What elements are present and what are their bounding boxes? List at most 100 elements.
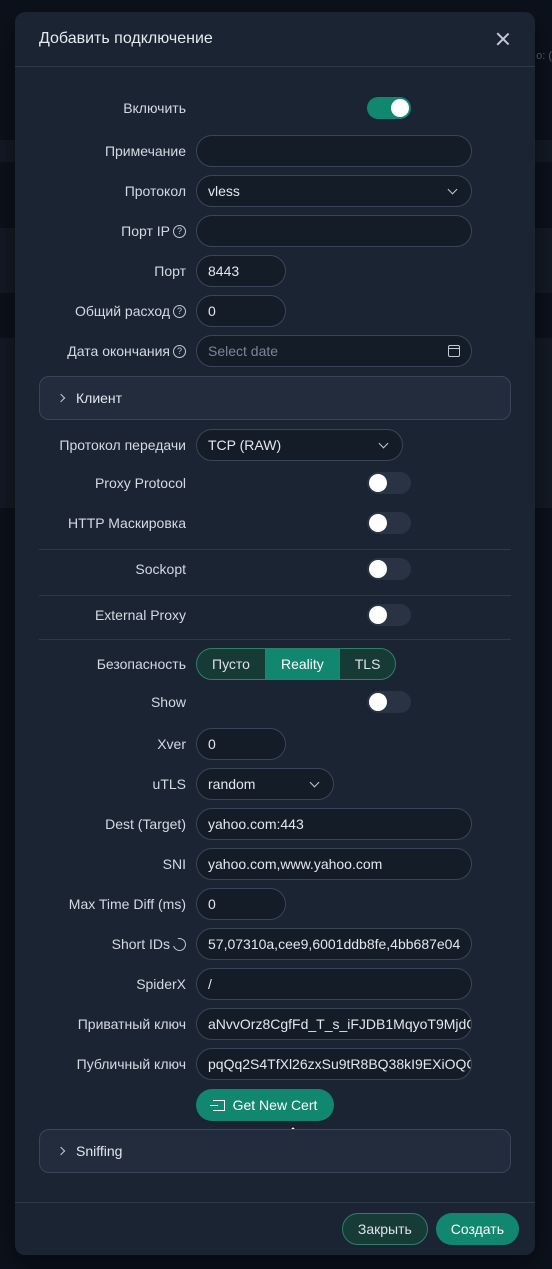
client-panel-header[interactable]: Клиент [39, 376, 511, 420]
question-icon[interactable]: ? [173, 344, 186, 358]
sni-input[interactable]: yahoo.com,www.yahoo.com [196, 848, 472, 880]
utls-label: uTLS [152, 776, 186, 792]
port-ip-input[interactable] [196, 215, 472, 247]
add-inbound-modal: Добавить подключение Включить Примечание… [15, 12, 535, 1255]
total-traffic-input[interactable]: 0 [196, 295, 286, 327]
http-mask-toggle[interactable] [367, 512, 411, 534]
question-icon[interactable]: ? [173, 304, 186, 318]
port-row: Порт 8443 [15, 255, 535, 287]
network-row: Протокол передачи TCP (RAW) [15, 429, 535, 461]
divider [39, 595, 511, 596]
toggle-knob [369, 514, 387, 532]
protocol-value: vless [208, 183, 240, 199]
enable-row: Включить [15, 97, 535, 119]
private-key-row: Приватный ключ aNvvOrz8CgfFd_T_s_iFJDB1M… [15, 1008, 535, 1040]
protocol-label: Протокол [124, 183, 186, 199]
remark-label: Примечание [104, 143, 186, 159]
network-value: TCP (RAW) [208, 437, 282, 453]
short-ids-input[interactable]: 57,07310a,cee9,6001ddb8fe,4bb687e04 [196, 928, 472, 960]
port-ip-label-text: Порт IP [121, 223, 170, 239]
external-proxy-toggle[interactable] [367, 604, 411, 626]
enable-label: Включить [123, 100, 186, 116]
remark-row: Примечание [15, 135, 535, 167]
expiry-label-text: Дата окончания [67, 343, 170, 359]
chevron-right-icon [56, 393, 66, 403]
protocol-row: Протокол vless [15, 175, 535, 207]
chevron-right-icon [56, 1146, 66, 1156]
security-option-tls[interactable]: TLS [340, 649, 396, 679]
spiderx-input[interactable]: / [196, 968, 472, 1000]
spiderx-row: SpiderX / [15, 968, 535, 1000]
max-time-diff-input[interactable]: 0 [196, 888, 286, 920]
utls-value: random [208, 776, 256, 792]
short-ids-label: Short IDs [15, 935, 189, 953]
sniffing-panel-header[interactable]: Sniffing [39, 1129, 511, 1173]
show-toggle[interactable] [367, 691, 411, 713]
show-row: Show [15, 691, 535, 713]
sniffing-panel-label: Sniffing [76, 1143, 123, 1159]
background-peek-text: o: ( [536, 50, 552, 62]
total-traffic-label-text: Общий расход [74, 303, 170, 319]
max-time-diff-row: Max Time Diff (ms) 0 [15, 888, 535, 920]
sockopt-toggle[interactable] [367, 558, 411, 580]
close-button[interactable]: Закрыть [341, 1213, 428, 1245]
close-icon[interactable] [493, 29, 513, 49]
proxy-protocol-label: Proxy Protocol [94, 475, 186, 491]
max-time-diff-label: Max Time Diff (ms) [68, 896, 186, 912]
expiry-row: Дата окончания ? Select date [15, 335, 535, 367]
enable-toggle[interactable] [367, 97, 411, 119]
calendar-icon [448, 345, 460, 357]
public-key-input[interactable]: pqQq2S4TfXl26zxSu9tR8BQ38kI9EXiOQC [196, 1048, 472, 1080]
dest-input[interactable]: yahoo.com:443 [196, 808, 472, 840]
sni-row: SNI yahoo.com,www.yahoo.com [15, 848, 535, 880]
security-segmented: Пусто Reality TLS [196, 648, 397, 680]
port-label: Порт [154, 263, 186, 279]
proxy-protocol-toggle[interactable] [367, 472, 411, 494]
sockopt-row: Sockopt [15, 558, 535, 580]
import-icon [209, 1099, 225, 1111]
toggle-knob [391, 99, 409, 117]
sni-label: SNI [162, 856, 186, 872]
utls-select[interactable]: random [196, 768, 334, 800]
spiderx-label: SpiderX [136, 976, 186, 992]
chevron-down-icon [309, 777, 320, 787]
toggle-knob [369, 560, 387, 578]
sync-icon[interactable] [170, 935, 189, 953]
client-panel-label: Клиент [76, 390, 123, 406]
remark-input[interactable] [196, 135, 472, 167]
private-key-label: Приватный ключ [77, 1016, 186, 1032]
http-mask-row: HTTP Маскировка [15, 512, 535, 534]
xver-row: Xver 0 [15, 728, 535, 760]
http-mask-label: HTTP Маскировка [68, 515, 186, 531]
toggle-knob [369, 474, 387, 492]
port-input[interactable]: 8443 [196, 255, 286, 287]
network-select[interactable]: TCP (RAW) [196, 429, 403, 461]
security-option-reality[interactable]: Reality [265, 649, 340, 679]
port-ip-label: Порт IP ? [15, 223, 186, 239]
utls-row: uTLS random [15, 768, 535, 800]
show-label: Show [150, 694, 186, 710]
sockopt-label: Sockopt [135, 561, 186, 577]
security-row: Безопасность Пусто Reality TLS [15, 648, 535, 680]
chevron-down-icon [378, 438, 389, 448]
total-traffic-label: Общий расход ? [15, 303, 186, 319]
public-key-row: Публичный ключ pqQq2S4TfXl26zxSu9tR8BQ38… [15, 1048, 535, 1080]
expiry-label: Дата окончания ? [15, 343, 186, 359]
create-button[interactable]: Создать [435, 1213, 519, 1245]
xver-input[interactable]: 0 [196, 728, 286, 760]
question-icon[interactable]: ? [173, 224, 186, 238]
private-key-input[interactable]: aNvvOrz8CgfFd_T_s_iFJDB1MqyoT9MjdC [196, 1008, 472, 1040]
protocol-select[interactable]: vless [196, 175, 472, 207]
external-proxy-label: External Proxy [94, 607, 186, 623]
security-option-none[interactable]: Пусто [197, 649, 266, 679]
get-new-cert-button[interactable]: Get New Cert [196, 1089, 334, 1121]
modal-title: Добавить подключение [39, 30, 213, 47]
expiry-placeholder: Select date [208, 343, 279, 359]
chevron-down-icon [447, 184, 458, 194]
modal-footer: Закрыть Создать [15, 1202, 535, 1255]
expiry-date-picker[interactable]: Select date [196, 335, 472, 367]
port-ip-row: Порт IP ? [15, 215, 535, 247]
total-traffic-row: Общий расход ? 0 [15, 295, 535, 327]
security-label: Безопасность [96, 656, 186, 672]
external-proxy-row: External Proxy [15, 604, 535, 626]
